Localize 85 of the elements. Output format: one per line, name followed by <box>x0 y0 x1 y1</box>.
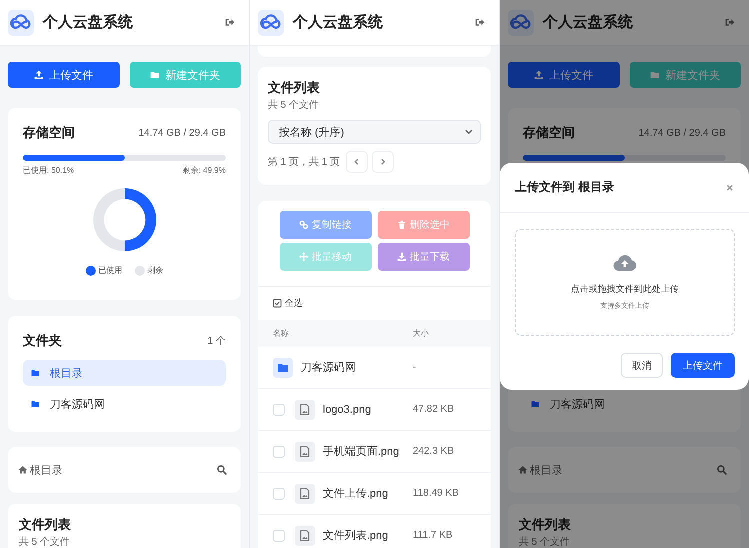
folder-icon <box>650 70 660 80</box>
legend-dot-icon <box>134 266 144 276</box>
folder-icon <box>531 400 540 408</box>
folder-item[interactable]: 刀客源码网 <box>523 391 726 417</box>
file-count: 共 5 个文件 <box>519 536 572 548</box>
trash-icon <box>397 220 407 230</box>
folder-icon <box>273 358 293 378</box>
app-title: 个人云盘系统 <box>293 13 384 32</box>
checkbox-check-icon[interactable] <box>273 299 282 308</box>
upload-button[interactable]: 上传文件 <box>671 353 735 378</box>
file-name[interactable]: 文件上传.png <box>323 486 388 501</box>
page-info: 第 1 页，共 1 页 <box>268 156 340 169</box>
logout-icon[interactable] <box>475 18 485 27</box>
cloud-logo-icon <box>8 10 34 36</box>
move-icon <box>299 252 309 262</box>
cloud-upload-icon <box>613 254 637 272</box>
chevron-down-icon <box>464 127 474 137</box>
search-icon[interactable] <box>217 465 227 475</box>
folder-icon <box>150 70 160 80</box>
next-page-button[interactable] <box>372 151 394 173</box>
select-all-label[interactable]: 全选 <box>285 297 303 310</box>
file-list-title: 文件列表 <box>519 516 572 534</box>
storage-title: 存储空间 <box>523 124 575 142</box>
row-checkbox[interactable] <box>273 530 285 542</box>
folder-count: 1 个 <box>208 335 226 348</box>
file-count: 共 5 个文件 <box>19 536 72 548</box>
file-name[interactable]: logo3.png <box>323 404 372 416</box>
app-title: 个人云盘系统 <box>543 13 634 32</box>
previous-page-button[interactable] <box>346 151 368 173</box>
storage-usage: 14.74 GB / 29.4 GB <box>638 128 726 138</box>
upload-button[interactable]: 上传文件 <box>8 62 120 88</box>
donut-slice <box>124 188 156 252</box>
legend-dot-icon <box>86 266 96 276</box>
file-size: 47.82 KB <box>413 404 456 415</box>
row-checkbox[interactable] <box>273 446 285 458</box>
used-percent: 已使用: 50.1% <box>23 165 74 176</box>
cloud-logo-icon <box>258 10 284 36</box>
app-title: 个人云盘系统 <box>43 13 134 32</box>
logout-icon[interactable] <box>725 18 735 27</box>
upload-icon <box>534 70 544 80</box>
file-size: - <box>413 362 418 373</box>
home-icon <box>518 465 528 475</box>
search-icon[interactable] <box>717 465 727 475</box>
folder-title: 文件夹 <box>23 332 62 350</box>
cancel-button[interactable]: 取消 <box>621 353 663 378</box>
cloud-logo-icon <box>508 10 534 36</box>
file-name[interactable]: 文件列表.png <box>323 528 388 543</box>
breadcrumb-path[interactable]: 根目录 <box>530 462 563 478</box>
download-icon <box>397 252 407 262</box>
file-size: 111.7 KB <box>413 530 454 541</box>
column-header: 大小 <box>413 328 430 339</box>
legend-label: 剩余 <box>148 265 164 276</box>
legend-label: 已使用 <box>98 265 122 276</box>
storage-usage: 14.74 GB / 29.4 GB <box>138 128 226 138</box>
home-icon <box>18 465 28 475</box>
drop-instruction: 点击或拖拽文件到此处上传 <box>571 283 679 296</box>
upload-icon <box>34 70 44 80</box>
file-list-title: 文件列表 <box>268 79 321 97</box>
folder-item[interactable]: 根目录 <box>23 360 226 386</box>
image-file-icon <box>295 442 315 462</box>
folder-icon <box>31 368 40 378</box>
folder-item[interactable]: 刀客源码网 <box>23 391 226 417</box>
close-icon[interactable] <box>726 184 734 192</box>
column-header: 名称 <box>272 328 290 339</box>
image-file-icon <box>295 400 315 420</box>
sort-select[interactable]: 按名称 (升序) <box>268 120 481 144</box>
folder-icon <box>31 400 40 408</box>
dialog-title: 上传文件到 根目录 <box>515 179 614 196</box>
donut-slice <box>93 188 124 252</box>
file-size: 242.3 KB <box>413 446 456 457</box>
image-file-icon <box>295 526 315 546</box>
file-list-title: 文件列表 <box>19 516 72 534</box>
link-icon <box>299 220 309 230</box>
file-name[interactable]: 刀客源码网 <box>301 360 356 375</box>
file-count: 共 5 个文件 <box>268 98 320 112</box>
file-name[interactable]: 手机端页面.png <box>323 444 400 459</box>
logout-icon[interactable] <box>225 18 235 27</box>
upload-button[interactable]: 上传文件 <box>508 62 620 88</box>
image-file-icon <box>295 484 315 504</box>
free-percent: 剩余: 49.9% <box>182 165 226 176</box>
row-checkbox[interactable] <box>273 404 285 416</box>
breadcrumb-path[interactable]: 根目录 <box>30 462 63 478</box>
row-checkbox[interactable] <box>273 488 285 500</box>
file-size: 118.49 KB <box>413 488 460 499</box>
storage-title: 存储空间 <box>23 124 75 142</box>
